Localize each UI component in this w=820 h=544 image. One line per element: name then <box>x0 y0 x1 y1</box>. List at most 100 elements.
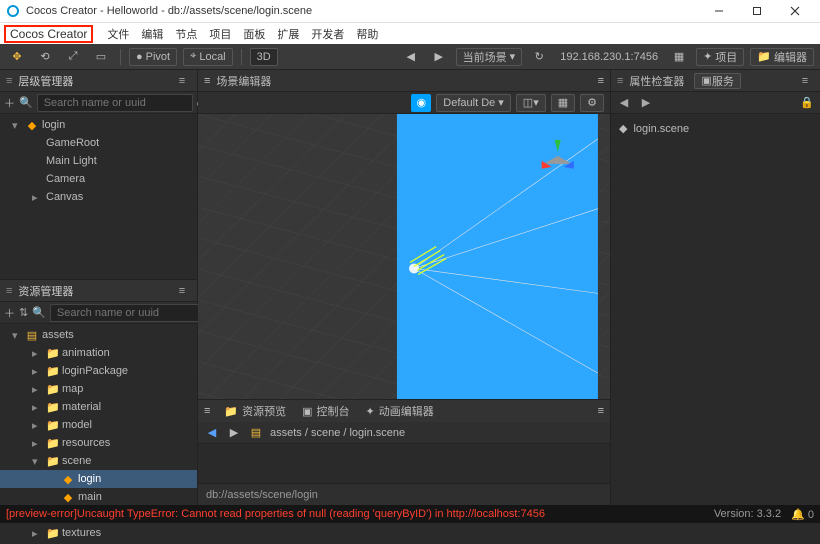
add-node-button[interactable]: ＋ <box>4 94 15 112</box>
folder-resources[interactable]: ▸📁resources <box>0 434 197 452</box>
local-toggle[interactable]: ⌖Local <box>183 48 233 66</box>
move-tool[interactable]: ✥ <box>6 47 28 67</box>
menu-file[interactable]: 文件 <box>105 26 131 42</box>
folder-textures[interactable]: ▸📁textures <box>0 524 197 542</box>
prev-scene-button[interactable]: ◀ <box>400 47 422 67</box>
inspector-item[interactable]: ◆ login.scene <box>619 122 812 135</box>
panel-menu-icon[interactable]: ≡ <box>598 75 604 87</box>
folder-loginpackage[interactable]: ▸📁loginPackage <box>0 362 197 380</box>
camera-gizmo-button[interactable]: ◫▾ <box>516 94 546 112</box>
tab-services[interactable]: ▣服务 <box>694 73 740 89</box>
node-canvas[interactable]: ▸Canvas <box>0 188 197 206</box>
breadcrumb[interactable]: assets / scene / login.scene <box>270 427 405 439</box>
pivot-toggle[interactable]: ●Pivot <box>129 48 177 66</box>
play-button[interactable]: ▶ <box>428 47 450 67</box>
folder-animation[interactable]: ▸📁animation <box>0 344 197 362</box>
nav-forward-button[interactable]: ▶ <box>226 426 242 439</box>
panel-menu-icon[interactable]: ≡ <box>173 282 191 300</box>
app-icon <box>6 4 20 18</box>
align-button[interactable]: ▦ <box>551 94 575 112</box>
preview-address[interactable]: 192.168.230.1:7456 <box>556 51 662 63</box>
inspector-title: 属性检查器 <box>629 73 684 89</box>
menu-developer[interactable]: 开发者 <box>309 26 346 42</box>
lock-icon[interactable]: 🔒 <box>798 94 816 112</box>
folder-map[interactable]: ▸📁map <box>0 380 197 398</box>
device-icon[interactable]: ▦ <box>668 47 690 67</box>
menu-node[interactable]: 节点 <box>173 26 199 42</box>
project-button[interactable]: ✦项目 <box>696 48 744 66</box>
window-title: Cocos Creator - Helloworld - db://assets… <box>26 5 312 17</box>
folder-material[interactable]: ▸📁material <box>0 398 197 416</box>
menu-edit[interactable]: 编辑 <box>139 26 165 42</box>
hierarchy-title: 层级管理器 <box>18 73 167 89</box>
editor-button[interactable]: 📁编辑器 <box>750 48 814 66</box>
center-column: ≡ 场景编辑器 ≡ ◉ Default De▾ ◫▾ ▦ ⚙ <box>198 70 610 505</box>
panel-grip-icon[interactable]: ≡ <box>204 405 210 417</box>
error-text[interactable]: [preview-error]Uncaught TypeError: Canno… <box>6 508 545 520</box>
hierarchy-tree[interactable]: ▾◆login GameRoot Main Light Camera ▸Canv… <box>0 114 197 279</box>
menu-help[interactable]: 帮助 <box>354 26 380 42</box>
panel-grip-icon[interactable]: ≡ <box>6 75 12 87</box>
maximize-button[interactable] <box>738 0 776 22</box>
rotate-tool[interactable]: ⟲ <box>34 47 56 67</box>
tab-animation[interactable]: ✦动画编辑器 <box>364 403 436 419</box>
menu-bar: Cocos Creator 文件 编辑 节点 项目 面板 扩展 开发者 帮助 <box>0 22 820 44</box>
panel-grip-icon[interactable]: ≡ <box>204 75 210 87</box>
app-menu[interactable]: Cocos Creator <box>4 25 93 43</box>
folder-icon: ▤ <box>248 426 264 439</box>
sort-button[interactable]: ⇅ <box>19 304 28 322</box>
panel-menu-icon[interactable]: ≡ <box>796 72 814 90</box>
close-button[interactable] <box>776 0 814 22</box>
scale-tool[interactable]: ⤢ <box>62 47 84 67</box>
rect-tool[interactable]: ▭ <box>90 47 112 67</box>
mode-3d-toggle[interactable]: 3D <box>250 48 278 66</box>
search-icon[interactable]: 🔍 <box>32 304 46 322</box>
history-back-button[interactable]: ◀ <box>615 94 633 112</box>
panel-menu-icon[interactable]: ≡ <box>598 405 604 417</box>
create-asset-button[interactable]: ＋ <box>4 304 15 322</box>
hierarchy-search-input[interactable] <box>37 94 193 112</box>
scene-login[interactable]: ◆login <box>0 470 197 488</box>
menu-project[interactable]: 项目 <box>207 26 233 42</box>
scene-toolbar: ◉ Default De▾ ◫▾ ▦ ⚙ <box>198 92 610 114</box>
asset-path-bar: db://assets/scene/login <box>198 483 610 505</box>
scene-settings-button[interactable]: ⚙ <box>580 94 604 112</box>
assets-title: 资源管理器 <box>18 283 167 299</box>
panel-menu-icon[interactable]: ≡ <box>173 72 191 90</box>
refresh-preview-button[interactable]: ↻ <box>528 47 550 67</box>
minimize-button[interactable] <box>700 0 738 22</box>
node-camera[interactable]: Camera <box>0 170 197 188</box>
inspector-header: ≡ 属性检查器 ▣服务 ≡ <box>611 70 820 92</box>
preview-body <box>198 444 610 483</box>
folder-model[interactable]: ▸📁model <box>0 416 197 434</box>
menu-extension[interactable]: 扩展 <box>275 26 301 42</box>
folder-assets[interactable]: ▾▤assets <box>0 326 197 344</box>
asset-path: db://assets/scene/login <box>206 489 318 501</box>
left-column: ≡ 层级管理器 ≡ ＋ 🔍 ⤢ ⤡ ▾◆login GameRoot Main … <box>0 70 198 505</box>
search-icon[interactable]: 🔍 <box>19 94 33 112</box>
bottom-panel: ≡ 📁资源预览 ▣控制台 ✦动画编辑器 ≡ ◀ ▶ ▤ assets / sce… <box>198 399 610 505</box>
node-gameroot[interactable]: GameRoot <box>0 134 197 152</box>
inspector-body: ◆ login.scene <box>611 114 820 505</box>
notification-icon[interactable]: 🔔 0 <box>791 508 814 521</box>
nav-back-button[interactable]: ◀ <box>204 426 220 439</box>
folder-scene[interactable]: ▾📁scene <box>0 452 197 470</box>
history-forward-button[interactable]: ▶ <box>637 94 655 112</box>
tab-assets-preview[interactable]: 📁资源预览 <box>222 403 288 419</box>
gizmo-toggle[interactable]: ◉ <box>411 94 431 112</box>
tab-console[interactable]: ▣控制台 <box>300 403 351 419</box>
inspector-toolbar: ◀ ▶ 🔒 <box>611 92 820 114</box>
panel-grip-icon[interactable]: ≡ <box>617 75 623 87</box>
menu-panel[interactable]: 面板 <box>241 26 267 42</box>
assets-search-input[interactable] <box>50 304 206 322</box>
scene-selector[interactable]: 当前场景▾ <box>456 48 523 66</box>
node-mainlight[interactable]: Main Light <box>0 152 197 170</box>
shading-mode-select[interactable]: Default De▾ <box>436 94 511 112</box>
scene-viewport[interactable] <box>198 114 610 399</box>
scene-main[interactable]: ◆main <box>0 488 197 506</box>
status-bar: [preview-error]Uncaught TypeError: Canno… <box>0 505 820 523</box>
main-area: ≡ 层级管理器 ≡ ＋ 🔍 ⤢ ⤡ ▾◆login GameRoot Main … <box>0 70 820 505</box>
panel-grip-icon[interactable]: ≡ <box>6 285 12 297</box>
node-login[interactable]: ▾◆login <box>0 116 197 134</box>
scene-title: 场景编辑器 <box>216 73 271 89</box>
